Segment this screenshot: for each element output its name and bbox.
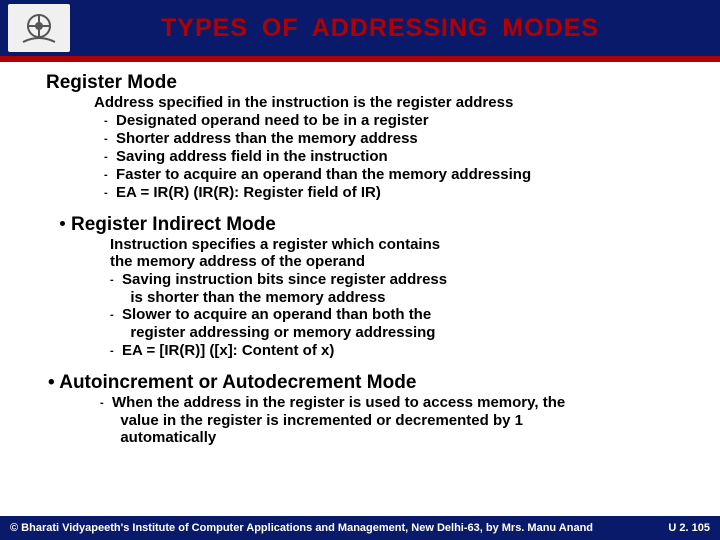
list-item: -Faster to acquire an operand than the m… [104,166,692,184]
section-register-mode: Register Mode Address specified in the i… [42,72,692,202]
slide-footer: © Bharati Vidyapeeth's Institute of Comp… [0,516,720,540]
list-item: -Shorter address than the memory address [104,130,692,148]
slide-body: Register Mode Address specified in the i… [0,62,720,516]
list-item: -EA = IR(R) (IR(R): Register field of IR… [104,184,692,202]
heading-autoincrement-mode: • Autoincrement or Autodecrement Mode [48,372,692,394]
list-item: -Saving address field in the instruction [104,148,692,166]
heading-register-indirect-mode: Register Indirect Mode [60,214,692,236]
footer-page-number: U 2. 105 [668,522,710,534]
list-item: -When the address in the register is use… [100,394,692,447]
slide-title: TYPES OF ADDRESSING MODES [78,14,712,43]
slide-header: TYPES OF ADDRESSING MODES [0,0,720,62]
slide: TYPES OF ADDRESSING MODES Register Mode … [0,0,720,540]
desc-register-indirect: Instruction specifies a register which c… [110,236,692,271]
list-item: -EA = [IR(R)] ([x]: Content of x) [110,342,692,360]
institute-logo [8,4,70,52]
bullets-register-mode: -Designated operand need to be in a regi… [104,112,692,202]
desc-register-mode: Address specified in the instruction is … [94,94,692,112]
logo-icon [19,8,59,48]
section-register-indirect-mode: Register Indirect Mode Instruction speci… [42,214,692,360]
heading-register-mode: Register Mode [46,72,692,94]
footer-copyright: © Bharati Vidyapeeth's Institute of Comp… [10,522,593,534]
list-item: -Saving instruction bits since register … [110,271,692,306]
heading-text: Autoincrement or Autodecrement Mode [59,372,416,393]
section-autoincrement-mode: • Autoincrement or Autodecrement Mode -W… [42,372,692,447]
list-item: -Slower to acquire an operand than both … [110,306,692,341]
bullets-autoincrement: -When the address in the register is use… [100,394,692,447]
bullets-register-indirect: -Saving instruction bits since register … [110,271,692,360]
heading-text: Register Indirect Mode [71,214,276,235]
list-item: -Designated operand need to be in a regi… [104,112,692,130]
bullet-icon [60,221,65,226]
